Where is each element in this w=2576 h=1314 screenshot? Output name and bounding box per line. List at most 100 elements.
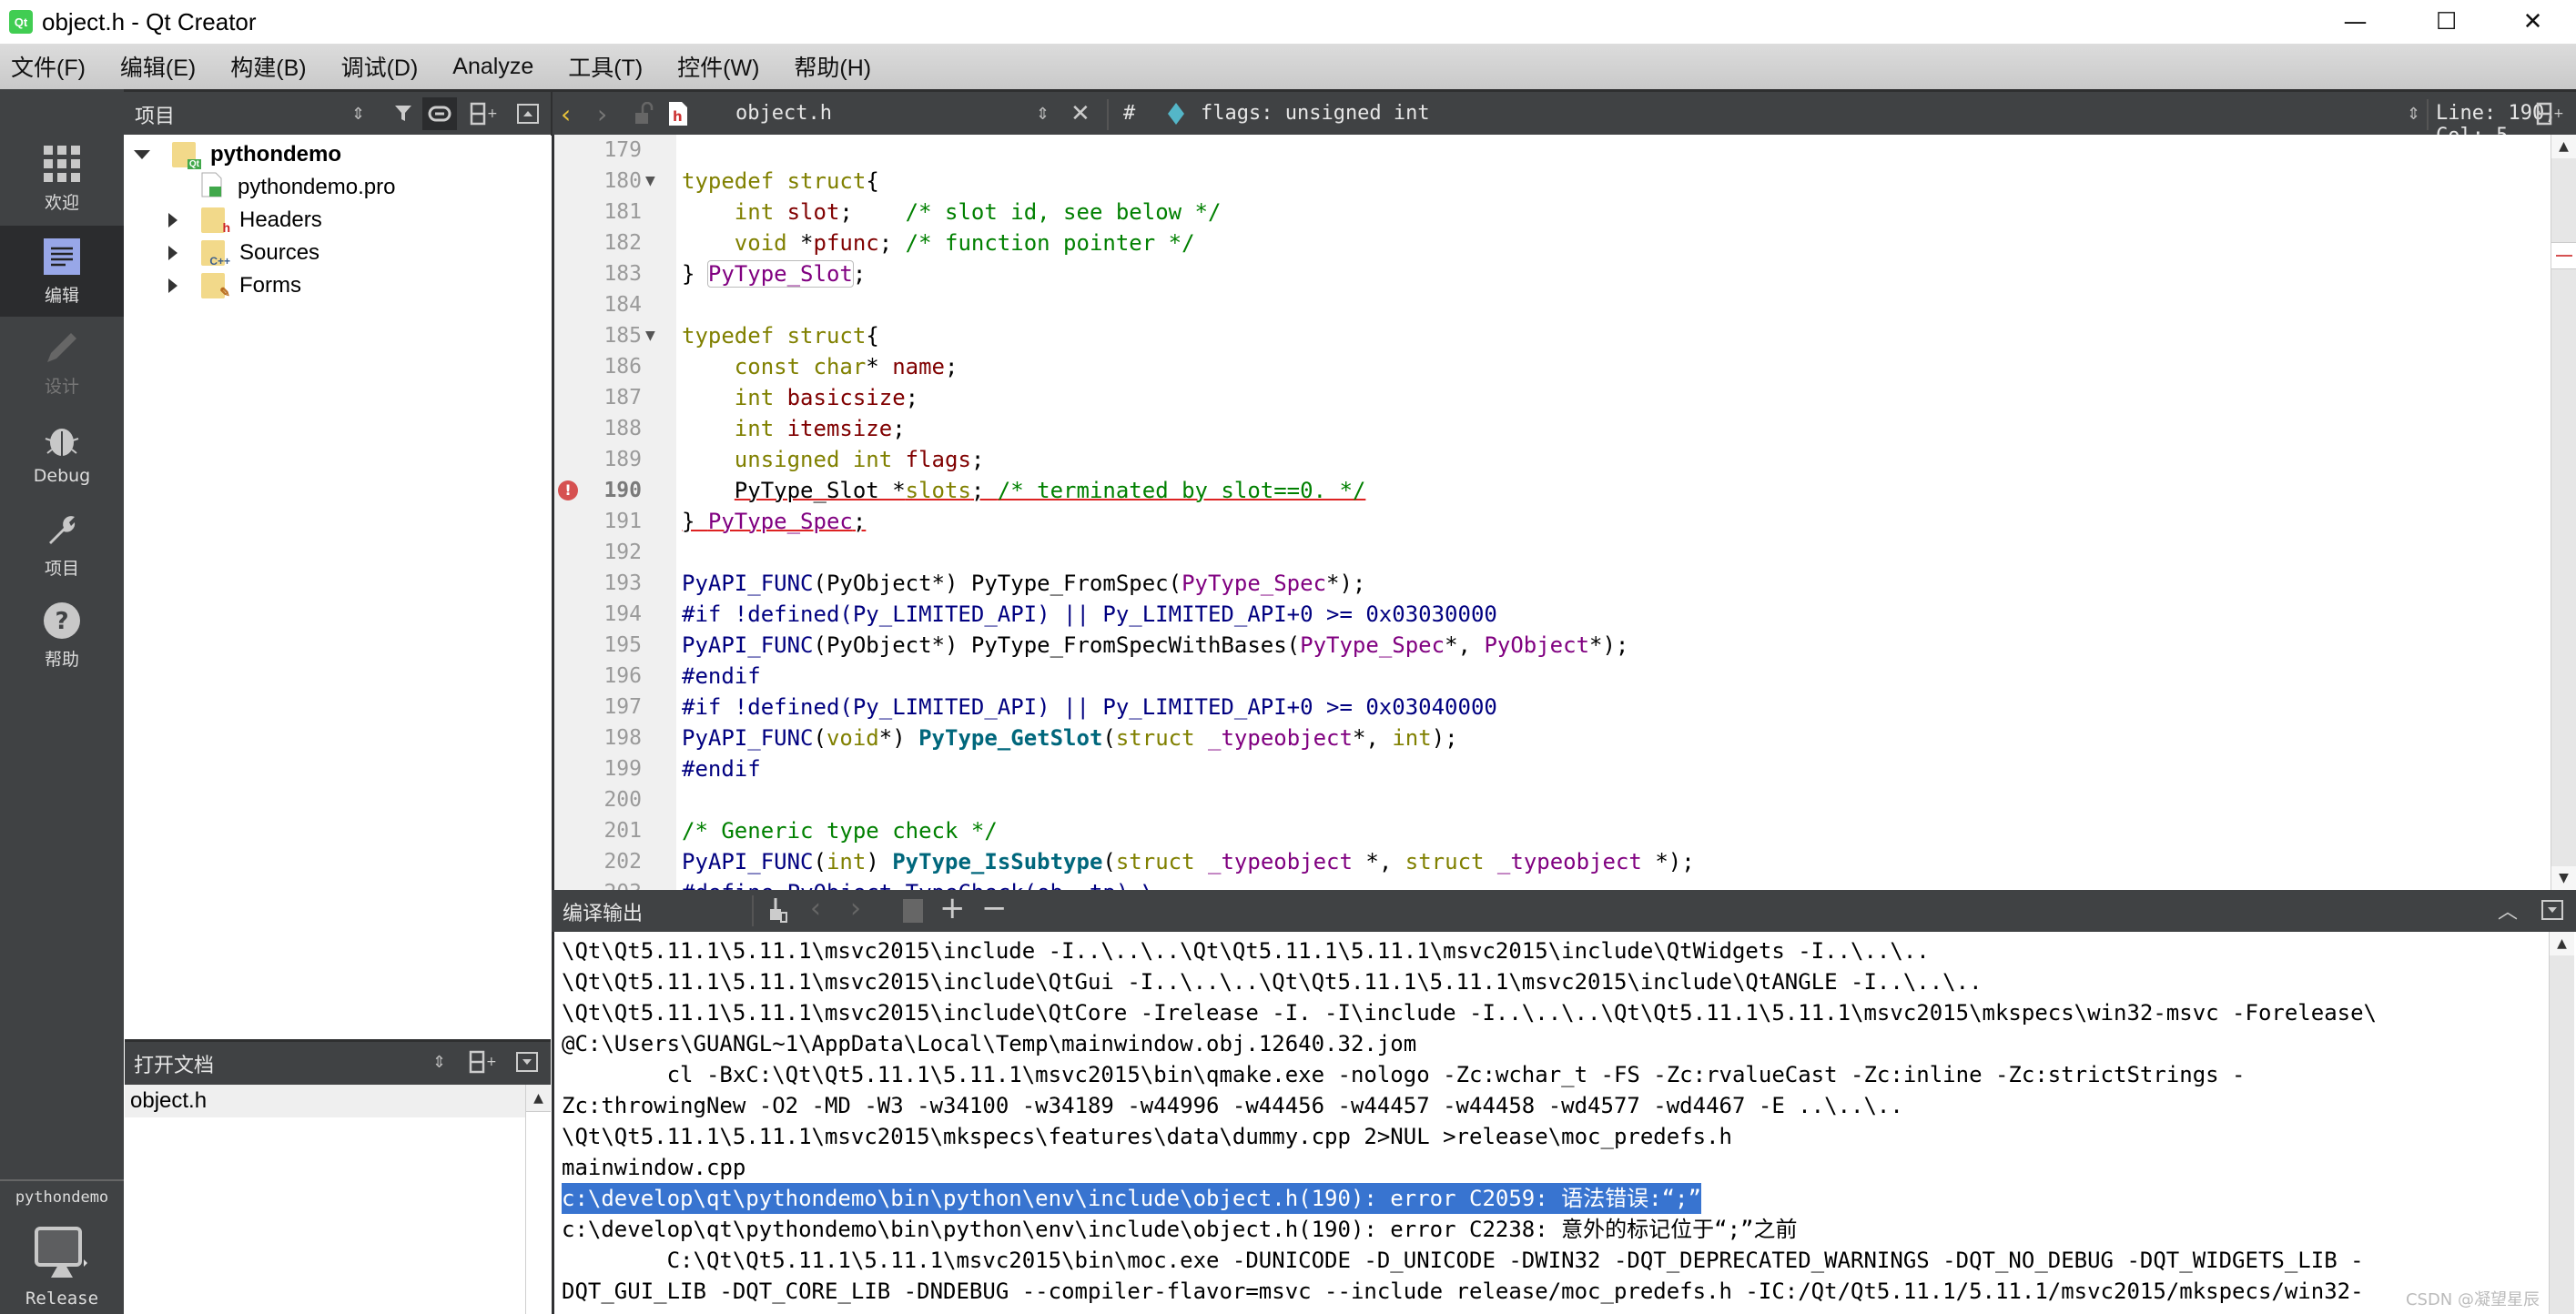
code-line[interactable]: int slot; /* slot id, see below */ [682,197,1222,227]
code-line[interactable]: PyAPI_FUNC(PyObject*) PyType_FromSpec(Py… [682,568,1365,599]
zoom-in-icon[interactable]: + [939,890,966,926]
view-switch-icon[interactable]: ⇕ [432,1046,446,1078]
symbol-dropdown-icon[interactable]: ⇕ [2407,97,2420,130]
menu-edit[interactable]: 编辑(E) [117,50,199,83]
error-marker [2556,255,2572,257]
sidebar-item-debug[interactable]: Debug [0,408,124,499]
output-line[interactable]: Zc:throwingNew -O2 -MD -W3 -w34100 -w341… [562,1090,1903,1121]
code-line[interactable]: #if !defined(Py_LIMITED_API) || Py_LIMIT… [682,692,1497,723]
mode-sidebar: 欢迎 编辑 设计 Debug 项目 ? 帮助 pythondemo Releas… [0,89,124,1314]
code-line[interactable]: unsigned int flags; [682,444,985,475]
menu-tools[interactable]: 工具(T) [564,50,646,83]
next-item-icon[interactable]: › [850,892,861,925]
close-panel-icon[interactable] [516,1046,538,1078]
split-icon[interactable]: + [469,1046,496,1078]
clear-output-icon[interactable] [768,894,788,926]
output-line[interactable]: mainwindow.cpp [562,1152,745,1183]
view-switch-icon[interactable]: ⇕ [351,97,365,130]
output-line[interactable]: \Qt\Qt5.11.1\5.11.1\msvc2015\include\QtG… [562,966,1983,997]
tree-item-headers[interactable]: h Headers [168,204,322,237]
code-line[interactable]: PyAPI_FUNC(int) PyType_IsSubtype(struct … [682,846,1695,877]
output-line[interactable]: \Qt\Qt5.11.1\5.11.1\msvc2015\include\QtC… [562,997,2377,1028]
menu-build[interactable]: 构建(B) [227,50,309,83]
menu-debug[interactable]: 调试(D) [338,50,422,83]
file-dropdown-icon[interactable]: ⇕ [1036,97,1050,130]
fold-marker-icon[interactable]: ▼ [645,320,655,351]
split-icon[interactable]: + [470,97,497,130]
forward-icon[interactable]: › [597,97,607,130]
code-line[interactable]: int basicsize; [682,382,918,413]
minimize-button[interactable]: — [2312,0,2399,44]
sidebar-item-edit[interactable]: 编辑 [0,226,124,317]
tree-item-project[interactable]: Qt pythondemo [134,138,341,171]
expand-arrow-icon[interactable] [168,213,177,227]
output-line[interactable]: \Qt\Qt5.11.1\5.11.1\msvc2015\include -I.… [562,935,1930,966]
close-button[interactable]: ✕ [2490,0,2576,44]
sidebar-item-design[interactable]: 设计 [0,317,124,408]
open-document-item[interactable]: object.h [125,1085,525,1117]
previous-item-icon[interactable]: ‹ [810,892,821,925]
code-line[interactable]: #endif [682,661,761,692]
tree-item-pro-file[interactable]: pythondemo.pro [201,171,395,204]
code-line[interactable]: #if !defined(Py_LIMITED_API) || Py_LIMIT… [682,599,1497,630]
output-line[interactable]: DQT_GUI_LIB -DQT_CORE_LIB -DNDEBUG --com… [562,1276,2364,1307]
code-line[interactable]: } PyType_Slot; [682,258,866,289]
close-panel-icon[interactable] [517,97,539,130]
code-line[interactable]: int itemsize; [682,413,906,444]
hide-panel-icon[interactable] [2541,894,2563,926]
menu-analyze[interactable]: Analyze [449,54,537,80]
output-scrollbar[interactable]: ▲ [2549,932,2574,1314]
output-line[interactable]: cl -BxC:\Qt\Qt5.11.1\5.11.1\msvc2015\bin… [562,1059,2246,1090]
sidebar-item-projects[interactable]: 项目 [0,499,124,590]
scroll-down-icon[interactable]: ▼ [2551,866,2576,890]
link-icon[interactable] [422,97,457,130]
output-line[interactable]: C:\Qt\Qt5.11.1\5.11.1\msvc2015\bin\moc.e… [562,1245,2364,1276]
zoom-out-icon[interactable]: − [981,890,1008,926]
code-line[interactable]: PyAPI_FUNC(PyObject*) PyType_FromSpecWit… [682,630,1628,661]
code-line[interactable]: typedef struct{ [682,320,879,351]
output-line[interactable]: c:\develop\qt\pythondemo\bin\python\env\… [562,1214,1798,1245]
menu-help[interactable]: 帮助(H) [790,50,875,83]
code-line[interactable]: #endif [682,753,761,784]
maximize-button[interactable]: ☐ [2403,0,2490,44]
scrollbar-handle[interactable] [2551,242,2576,269]
sidebar-item-help[interactable]: ? 帮助 [0,590,124,681]
menu-window[interactable]: 控件(W) [674,50,763,83]
code-line[interactable]: /* Generic type check */ [682,815,998,846]
current-file-name[interactable]: object.h [735,102,832,125]
expand-arrow-icon[interactable] [168,278,177,293]
compile-output[interactable]: \Qt\Qt5.11.1\5.11.1\msvc2015\include -I.… [552,932,2576,1314]
maximize-panel-icon[interactable]: ︿ [2498,894,2518,926]
sidebar-item-welcome[interactable]: 欢迎 [0,133,124,224]
code-line[interactable]: typedef struct{ [682,166,879,197]
stop-icon[interactable] [903,899,923,923]
scroll-up-icon[interactable]: ▲ [2551,135,2576,158]
symbol-selector[interactable]: flags: unsigned int [1201,102,1430,125]
tree-item-forms[interactable]: ✎ Forms [168,269,301,302]
output-line[interactable]: \Qt\Qt5.11.1\5.11.1\msvc2015\mkspecs\fea… [562,1121,1732,1152]
code-line[interactable]: PyAPI_FUNC(void*) PyType_GetSlot(struct … [682,723,1458,753]
code-line[interactable]: void *pfunc; /* function pointer */ [682,227,1195,258]
expand-arrow-icon[interactable] [168,246,177,260]
fold-marker-icon[interactable]: ▼ [645,166,655,197]
code-line[interactable]: PyType_Slot *slots; /* terminated by slo… [682,475,1366,506]
expand-arrow-icon[interactable] [134,150,150,159]
back-icon[interactable]: ‹ [561,97,571,130]
filter-icon[interactable] [388,97,421,130]
code-editor[interactable]: 179 180 ▼ 181 182 183 184 185 ▼ 186 187 188 189 190! 1… [552,135,2576,905]
code-line[interactable]: const char* name; [682,351,958,382]
kit-selector-button[interactable] [35,1227,89,1281]
error-icon[interactable]: ! [558,480,578,500]
scroll-up-icon[interactable]: ▲ [526,1085,551,1112]
code-line[interactable]: } PyType_Spec; [682,506,866,537]
tree-item-sources[interactable]: C++ Sources [168,237,319,269]
close-document-icon[interactable]: ✕ [1070,97,1090,130]
scroll-up-icon[interactable]: ▲ [2550,932,2574,955]
open-documents-scrollbar[interactable]: ▲ [525,1085,551,1314]
output-line[interactable]: @C:\Users\GUANGL~1\AppData\Local\Temp\ma… [562,1028,1416,1059]
menu-file[interactable]: 文件(F) [7,50,89,83]
editor-scrollbar[interactable]: ▲ ▼ [2551,135,2576,890]
tree-item-label: pythondemo.pro [238,175,396,199]
split-editor-icon[interactable]: + [2536,97,2563,130]
output-line-selected[interactable]: c:\develop\qt\pythondemo\bin\python\env\… [562,1183,1701,1214]
